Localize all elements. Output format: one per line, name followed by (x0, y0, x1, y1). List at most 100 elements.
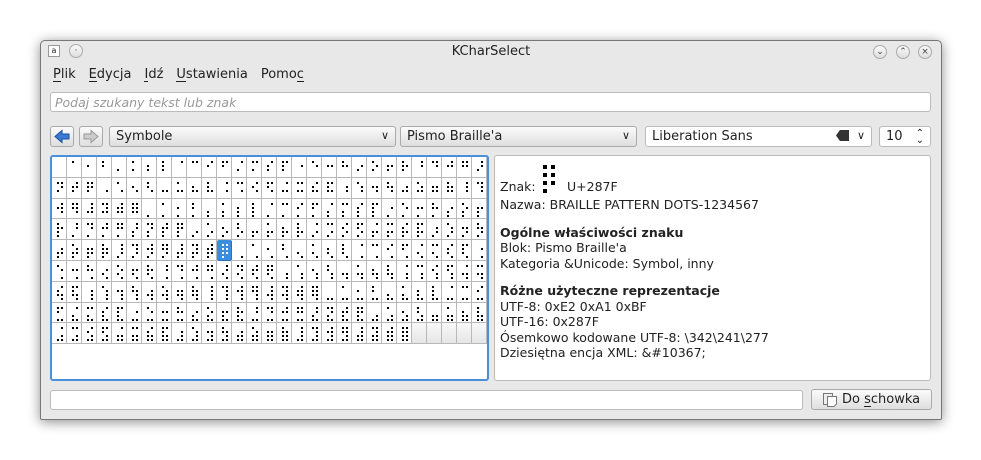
char-cell[interactable] (472, 157, 487, 178)
char-cell[interactable] (172, 157, 187, 178)
char-cell[interactable] (337, 302, 352, 324)
char-cell[interactable] (157, 219, 172, 241)
char-cell[interactable] (127, 261, 142, 282)
char-cell[interactable] (457, 281, 472, 303)
char-cell[interactable] (247, 302, 262, 324)
char-cell[interactable] (112, 219, 127, 241)
char-cell[interactable] (277, 198, 292, 220)
char-cell[interactable] (97, 323, 112, 345)
char-cell[interactable] (367, 157, 382, 178)
char-cell[interactable] (142, 323, 157, 345)
char-cell[interactable] (472, 240, 487, 261)
char-cell[interactable] (52, 198, 67, 220)
char-cell[interactable] (247, 281, 262, 303)
char-cell[interactable] (382, 323, 397, 345)
char-cell[interactable] (187, 157, 202, 178)
char-cell[interactable] (232, 261, 247, 282)
char-cell[interactable] (292, 261, 307, 282)
char-cell[interactable] (127, 219, 142, 241)
char-cell[interactable] (367, 240, 382, 261)
char-cell[interactable] (337, 219, 352, 241)
char-cell[interactable] (307, 157, 322, 178)
char-cell[interactable] (262, 219, 277, 241)
char-cell[interactable] (262, 281, 277, 303)
block-combo[interactable]: Pismo Braille'a ∨ (400, 126, 637, 147)
char-cell[interactable] (442, 302, 457, 324)
char-cell[interactable] (82, 240, 97, 261)
char-cell[interactable] (292, 157, 307, 178)
char-cell[interactable] (367, 198, 382, 220)
char-cell[interactable] (412, 177, 427, 199)
char-cell[interactable] (187, 240, 202, 261)
char-cell[interactable] (322, 281, 337, 303)
char-cell[interactable] (367, 323, 382, 345)
char-cell[interactable] (202, 323, 217, 345)
char-cell[interactable] (307, 302, 322, 324)
char-cell[interactable] (262, 157, 277, 178)
char-cell[interactable] (142, 281, 157, 303)
char-cell[interactable] (412, 261, 427, 282)
char-cell[interactable] (412, 240, 427, 261)
char-cell[interactable] (157, 281, 172, 303)
char-cell[interactable] (322, 157, 337, 178)
menu-ustawienia[interactable]: Ustawienia (176, 67, 248, 82)
char-cell[interactable] (277, 177, 292, 199)
char-cell[interactable] (172, 177, 187, 199)
char-cell[interactable] (247, 177, 262, 199)
char-cell[interactable] (352, 219, 367, 241)
char-cell[interactable] (397, 198, 412, 220)
char-cell[interactable] (472, 198, 487, 220)
char-cell[interactable] (82, 219, 97, 241)
char-cell[interactable] (52, 302, 67, 324)
char-cell[interactable] (82, 323, 97, 345)
char-cell[interactable] (457, 157, 472, 178)
char-cell[interactable] (442, 240, 457, 261)
char-cell[interactable] (202, 302, 217, 324)
char-cell[interactable] (337, 177, 352, 199)
char-cell[interactable] (97, 198, 112, 220)
char-cell[interactable] (112, 323, 127, 345)
font-size-spinbox[interactable]: 10 ⌃ ⌄ (879, 126, 931, 147)
char-cell[interactable] (127, 198, 142, 220)
char-cell[interactable] (472, 219, 487, 241)
char-cell[interactable] (427, 302, 442, 324)
char-cell[interactable] (397, 219, 412, 241)
char-cell[interactable] (382, 177, 397, 199)
char-cell[interactable] (352, 261, 367, 282)
char-cell[interactable] (82, 261, 97, 282)
char-cell[interactable] (157, 323, 172, 345)
char-cell[interactable] (52, 281, 67, 303)
char-cell[interactable] (97, 302, 112, 324)
char-cell[interactable] (277, 157, 292, 178)
char-cell[interactable] (247, 157, 262, 178)
char-cell[interactable] (232, 302, 247, 324)
char-cell[interactable] (127, 240, 142, 261)
char-cell[interactable] (322, 323, 337, 345)
char-cell[interactable] (247, 219, 262, 241)
char-cell[interactable] (187, 281, 202, 303)
char-cell[interactable] (157, 198, 172, 220)
char-cell[interactable] (472, 261, 487, 282)
char-cell[interactable] (442, 281, 457, 303)
char-cell[interactable] (322, 219, 337, 241)
char-cell[interactable] (232, 177, 247, 199)
char-cell[interactable] (232, 240, 247, 261)
char-cell[interactable] (472, 281, 487, 303)
char-cell[interactable] (277, 302, 292, 324)
char-cell[interactable] (82, 281, 97, 303)
char-cell[interactable] (97, 261, 112, 282)
char-cell[interactable] (262, 261, 277, 282)
char-cell[interactable] (277, 219, 292, 241)
char-cell[interactable] (52, 240, 67, 261)
spin-arrows-icon[interactable]: ⌃ ⌄ (916, 129, 924, 146)
char-cell[interactable] (127, 177, 142, 199)
section-combo[interactable]: Symbole ∨ (109, 126, 396, 147)
char-cell[interactable] (307, 177, 322, 199)
copy-to-clipboard-button[interactable]: Do schowka (811, 389, 932, 410)
char-cell[interactable] (52, 157, 67, 178)
char-cell[interactable] (217, 157, 232, 178)
char-cell[interactable] (97, 219, 112, 241)
char-cell[interactable] (277, 261, 292, 282)
char-cell[interactable] (82, 302, 97, 324)
char-cell[interactable] (202, 157, 217, 178)
